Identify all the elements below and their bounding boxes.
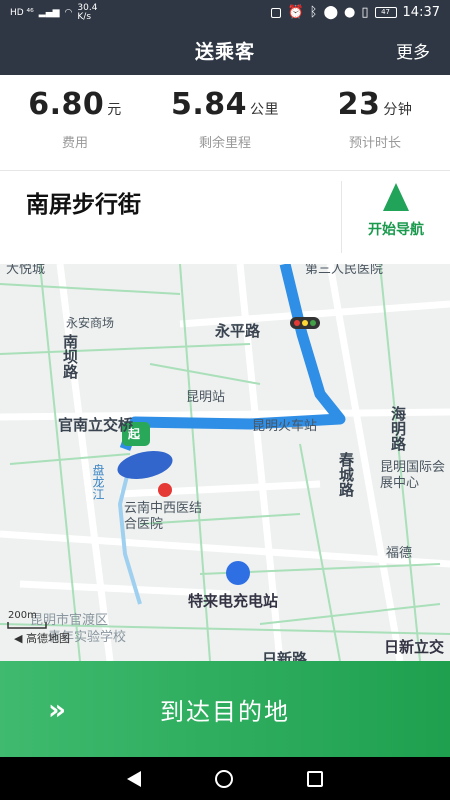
map-label: 特来电充电站 [188,592,279,610]
map-label: 日新路 [262,650,308,661]
fee-unit: 元 [107,102,122,118]
arrive-label: 到达目的地 [160,697,290,726]
map-label: 海明路 [389,406,407,451]
back-icon[interactable] [127,770,141,787]
duration-value: 23 [337,87,381,122]
nfc-icon [271,7,282,18]
mic-icon: ● [344,5,356,20]
map-label: 昆明火车站 [252,419,318,434]
map-label: 永平路 [215,322,261,340]
map-label: 官南立交桥 [58,416,134,434]
battery-icon: 47 [374,7,397,18]
fee-label: 费用 [61,136,88,151]
car-icon [117,451,173,479]
map-view[interactable]: 大悦城 第三人民医院 永安商场 永平路 南坝路 昆明站 官南立交桥 昆明火车站 … [0,264,450,661]
distance-value: 5.84 [170,87,248,122]
start-navigation-button[interactable]: 开始导航 [342,171,450,251]
system-nav-bar [0,757,450,800]
header: 送乘客 更多 [0,25,450,75]
home-icon[interactable] [215,769,233,788]
alarm-icon: ⏰ [287,5,304,20]
destination-panel: 南屏步行街 开始导航 [0,171,450,264]
hospital-icon [158,483,172,497]
arrive-destination-button[interactable]: » 到达目的地 [0,661,450,757]
destination-name: 南屏步行街 [26,192,141,218]
net-speed: 30.4 K/s [77,2,98,22]
map-label: 昆明站 [186,390,226,405]
status-left: HD ⁴⁶ ▂▄▆ ◠ 30.4 K/s [10,2,99,22]
map-label: 盘龙江 [91,464,105,500]
chevron-right-icon: » [48,693,67,726]
scale-label: 200m [8,610,37,621]
signal-icon: ▂▄▆ [38,7,60,18]
status-right: ⏰ ᛒ ⬤ ● ▯ 47 14:37 [271,5,440,20]
map-label: 大悦城 [6,264,46,277]
map-label: 日新立交 [384,638,445,656]
wifi-icon: ◠ [64,7,73,18]
map-label: 南坝路 [61,334,79,379]
carrier-badges: HD ⁴⁶ [10,7,34,18]
duration-unit: 分钟 [383,102,413,118]
vibrate-icon: ▯ [361,5,369,20]
distance-unit: 公里 [250,102,280,118]
duration-label: 预计时长 [348,136,401,151]
status-bar: HD ⁴⁶ ▂▄▆ ◠ 30.4 K/s ⏰ ᛒ ⬤ ● ▯ 47 14:37 [0,0,450,25]
map-label: 第三人民医院 [305,264,384,277]
map-label: 福德 [386,546,413,561]
start-marker-label: 起 [128,427,141,441]
more-button[interactable]: 更多 [396,38,430,63]
recents-icon[interactable] [307,770,323,787]
distance-label: 剩余里程 [198,136,251,151]
fee-stat: 6.80 元 费用 [0,75,150,170]
duration-stat: 23 分钟 预计时长 [300,75,450,170]
map-label: 云南中西医结合医院 [124,501,203,532]
location-icon: ⬤ [323,5,339,20]
bluetooth-icon: ᛒ [309,5,318,20]
map-label: 春城路 [337,452,355,497]
amap-logo: ◀ 高德地图 [14,632,70,645]
river [117,463,142,605]
charging-station-icon [226,561,250,585]
trip-stats: 6.80 元 费用 5.84 公里 剩余里程 23 分钟 预计时长 [0,75,450,171]
distance-stat: 5.84 公里 剩余里程 [150,75,300,170]
start-navigation-label: 开始导航 [368,222,424,238]
clock: 14:37 [402,5,440,20]
navigation-arrow-icon [383,183,409,211]
page-title: 送乘客 [194,40,255,63]
fee-value: 6.80 [28,87,105,122]
map-label: 昆明国际会展中心 [380,460,446,491]
map-label: 永安商场 [66,316,115,330]
